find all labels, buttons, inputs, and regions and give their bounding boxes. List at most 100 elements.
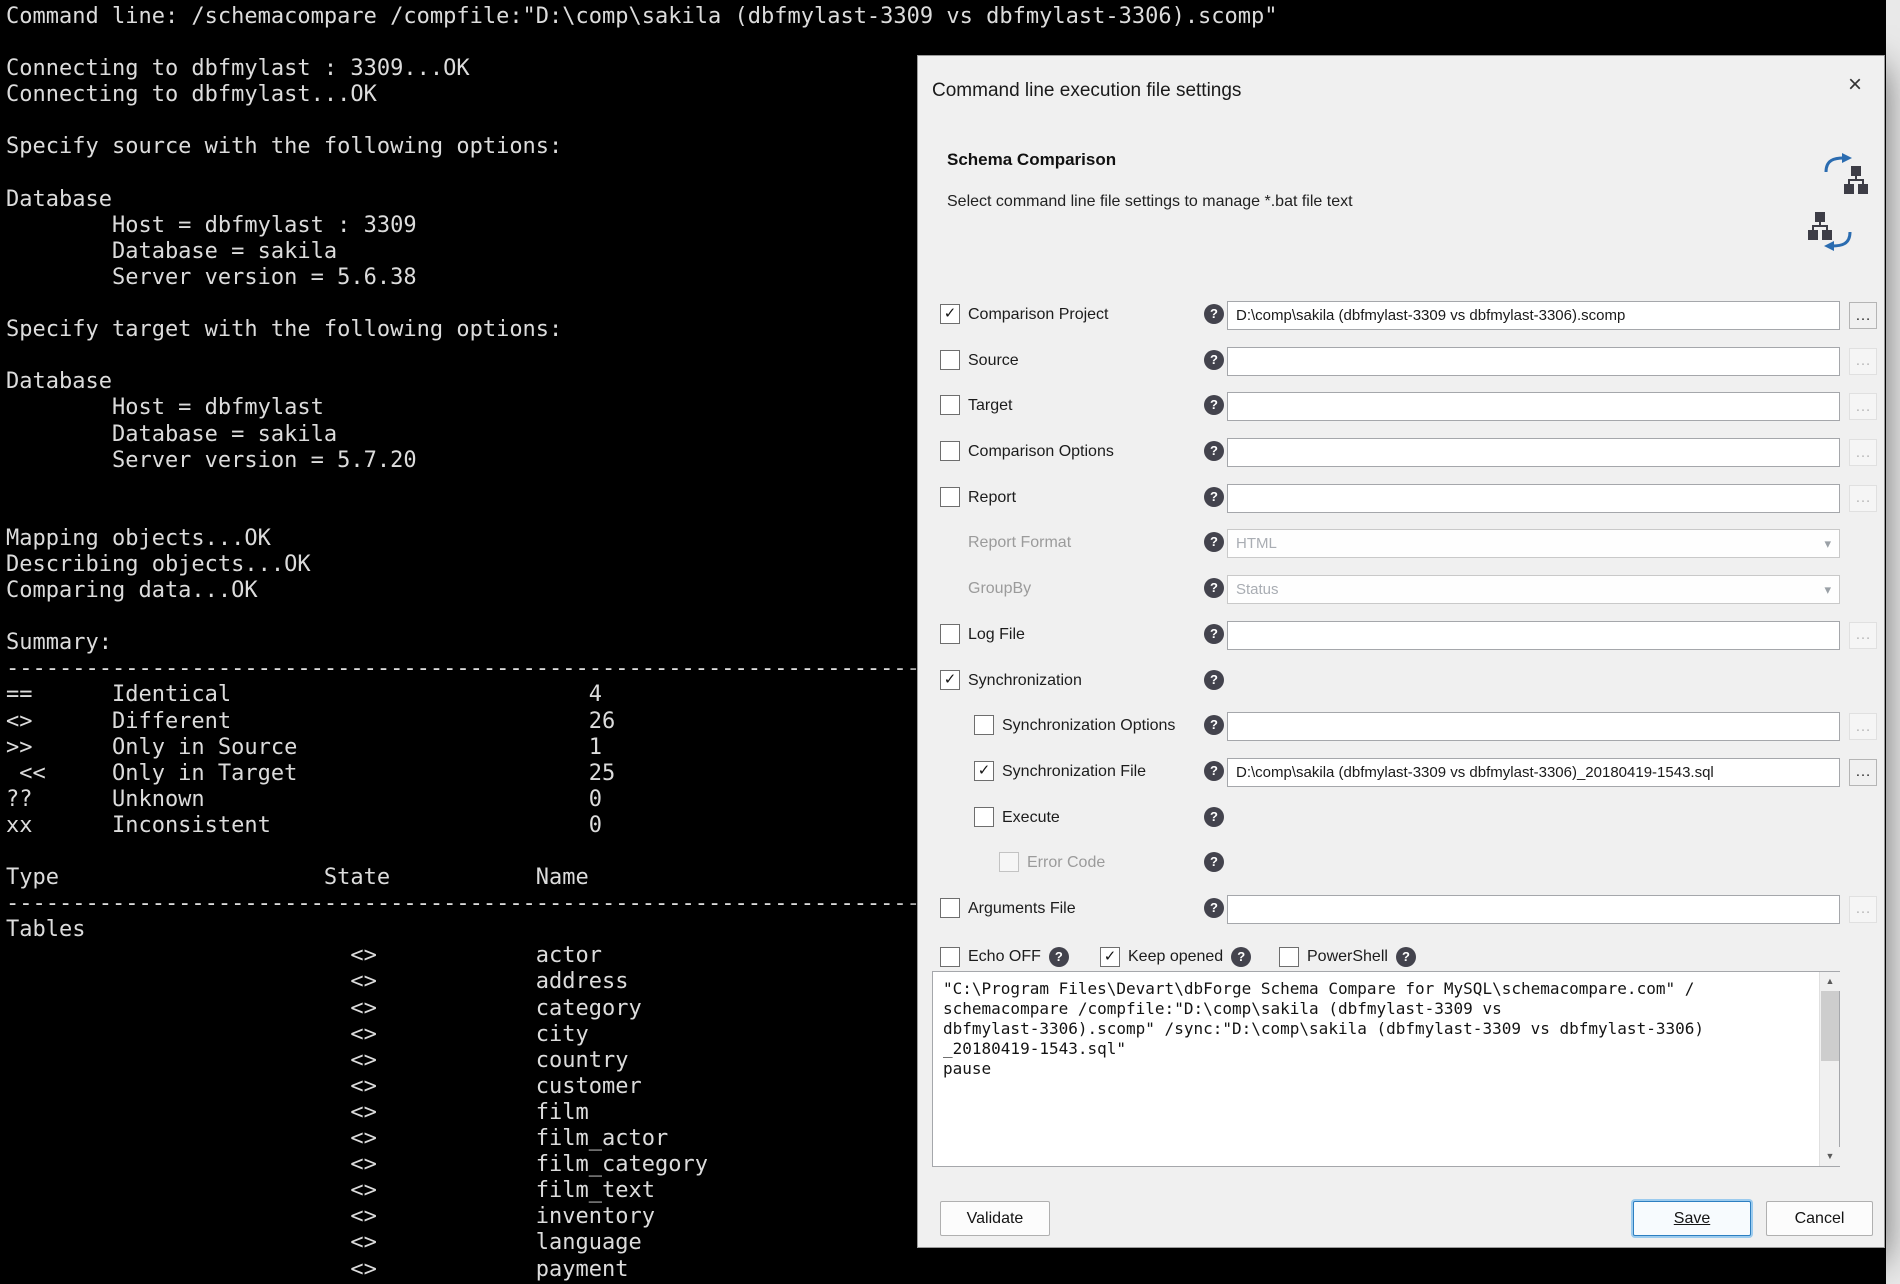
synchronization-help-icon[interactable]: ?	[1204, 670, 1224, 690]
arguments-file-label: Arguments File	[968, 900, 1076, 918]
comparison-options-help-icon[interactable]: ?	[1204, 441, 1224, 461]
synchronization-options-help-icon[interactable]: ?	[1204, 715, 1224, 735]
section-title: Schema Comparison	[947, 150, 1116, 170]
report-checkbox[interactable]	[940, 487, 960, 507]
settings-row-arguments-file: Arguments File? …	[918, 887, 1884, 933]
bat-text-box: "C:\Program Files\Devart\dbForge Schema …	[932, 971, 1840, 1167]
synchronization-file-help-icon[interactable]: ?	[1204, 761, 1224, 781]
synchronization-options-checkbox[interactable]	[974, 715, 994, 735]
scrollbar[interactable]: ▲ ▼	[1819, 972, 1839, 1166]
flag-echo-off: Echo OFF?	[940, 947, 1069, 967]
comparison-project-checkbox[interactable]: ✓	[940, 304, 960, 324]
target-help-icon[interactable]: ?	[1204, 395, 1224, 415]
cancel-button[interactable]: Cancel	[1766, 1201, 1873, 1236]
log-file-help-icon[interactable]: ?	[1204, 624, 1224, 644]
keep-opened-help-icon[interactable]: ?	[1231, 947, 1251, 967]
scroll-up-icon[interactable]: ▲	[1820, 972, 1840, 991]
powershell-checkbox[interactable]	[1279, 947, 1299, 967]
target-browse-button[interactable]: …	[1849, 393, 1877, 420]
groupby-combo[interactable]: Status▾	[1227, 575, 1840, 604]
groupby-help-icon[interactable]: ?	[1204, 578, 1224, 598]
comparison-project-browse-button[interactable]: …	[1849, 302, 1877, 329]
header-icons	[1792, 152, 1870, 278]
keep-opened-label: Keep opened	[1128, 948, 1223, 966]
settings-row-comparison-options: Comparison Options? …	[918, 430, 1884, 476]
keep-opened-checkbox[interactable]: ✓	[1100, 947, 1120, 967]
settings-row-synchronization-options: Synchronization Options?…	[918, 704, 1884, 750]
settings-row-synchronization-file: ✓Synchronization File?…	[918, 750, 1884, 796]
scroll-down-icon[interactable]: ▼	[1820, 1147, 1840, 1166]
comparison-project-field[interactable]	[1227, 301, 1840, 330]
execute-checkbox[interactable]	[974, 807, 994, 827]
terminal-line	[6, 30, 1886, 56]
settings-row-comparison-project: ✓ Comparison Project? …	[918, 293, 1884, 339]
report-format-help-icon[interactable]: ?	[1204, 532, 1224, 552]
log-file-browse-button[interactable]: …	[1849, 622, 1877, 649]
error-code-checkbox[interactable]	[999, 852, 1019, 872]
arguments-file-help-icon[interactable]: ?	[1204, 898, 1224, 918]
validate-button[interactable]: Validate	[940, 1201, 1050, 1236]
settings-row-report-format: Report Format? HTML ▾	[918, 521, 1884, 567]
copy-settings-to-source-icon[interactable]	[1806, 210, 1856, 254]
arguments-file-browse-button[interactable]: …	[1849, 896, 1877, 923]
scrollbar-thumb[interactable]	[1821, 991, 1839, 1061]
source-label: Source	[968, 352, 1019, 370]
comparison-project-help-icon[interactable]: ?	[1204, 304, 1224, 324]
settings-row-target: Target? …	[918, 384, 1884, 430]
bat-text[interactable]: "C:\Program Files\Devart\dbForge Schema …	[933, 972, 1817, 1166]
synchronization-file-field[interactable]	[1227, 758, 1840, 787]
source-field[interactable]	[1227, 347, 1840, 376]
groupby-label: GroupBy	[968, 580, 1031, 598]
arguments-file-field[interactable]	[1227, 895, 1840, 924]
report-label: Report	[968, 489, 1016, 507]
comparison-options-browse-button[interactable]: …	[1849, 439, 1877, 466]
comparison-options-checkbox[interactable]	[940, 441, 960, 461]
synchronization-label: Synchronization	[968, 672, 1082, 690]
echo-off-label: Echo OFF	[968, 948, 1041, 966]
error-code-label: Error Code	[1027, 854, 1105, 872]
settings-row-source: Source? …	[918, 339, 1884, 385]
dialog-title: Command line execution file settings	[932, 80, 1241, 102]
echo-off-checkbox[interactable]	[940, 947, 960, 967]
synchronization-options-browse-button[interactable]: …	[1849, 713, 1877, 740]
chevron-down-icon: ▾	[1824, 536, 1831, 552]
groupby-combo-value: Status	[1236, 581, 1279, 598]
powershell-label: PowerShell	[1307, 948, 1388, 966]
report-help-icon[interactable]: ?	[1204, 487, 1224, 507]
close-icon[interactable]: ×	[1840, 70, 1870, 100]
settings-row-error-code: Error Code?	[918, 841, 1884, 887]
target-label: Target	[968, 397, 1012, 415]
error-code-help-icon[interactable]: ?	[1204, 852, 1224, 872]
copy-settings-to-target-icon[interactable]	[1820, 152, 1870, 196]
execute-help-icon[interactable]: ?	[1204, 807, 1224, 827]
echo-off-help-icon[interactable]: ?	[1049, 947, 1069, 967]
comparison-options-label: Comparison Options	[968, 443, 1114, 461]
report-field[interactable]	[1227, 484, 1840, 513]
report-format-combo[interactable]: HTML ▾	[1227, 529, 1840, 558]
synchronization-file-browse-button[interactable]: …	[1849, 759, 1877, 786]
report-format-combo-value: HTML	[1236, 535, 1277, 552]
target-field[interactable]	[1227, 392, 1840, 421]
powershell-help-icon[interactable]: ?	[1396, 947, 1416, 967]
synchronization-options-field[interactable]	[1227, 712, 1840, 741]
command-line-settings-dialog: Command line execution file settings × S…	[917, 55, 1885, 1248]
terminal-line: <> payment	[6, 1257, 1886, 1283]
report-browse-button[interactable]: …	[1849, 485, 1877, 512]
save-button[interactable]: Save	[1633, 1201, 1751, 1236]
settings-row-synchronization: ✓ Synchronization?	[918, 659, 1884, 705]
flag-powershell: PowerShell?	[1279, 947, 1416, 967]
arguments-file-checkbox[interactable]	[940, 898, 960, 918]
flag-keep-opened: ✓ Keep opened?	[1100, 947, 1251, 967]
comparison-project-label: Comparison Project	[968, 306, 1109, 324]
source-checkbox[interactable]	[940, 350, 960, 370]
target-checkbox[interactable]	[940, 395, 960, 415]
synchronization-file-checkbox[interactable]: ✓	[974, 761, 994, 781]
source-help-icon[interactable]: ?	[1204, 350, 1224, 370]
comparison-options-field[interactable]	[1227, 438, 1840, 467]
report-format-label: Report Format	[968, 534, 1071, 552]
log-file-checkbox[interactable]	[940, 624, 960, 644]
log-file-field[interactable]	[1227, 621, 1840, 650]
synchronization-checkbox[interactable]: ✓	[940, 670, 960, 690]
source-browse-button[interactable]: …	[1849, 348, 1877, 375]
terminal-line: Command line: /schemacompare /compfile:"…	[6, 4, 1886, 30]
